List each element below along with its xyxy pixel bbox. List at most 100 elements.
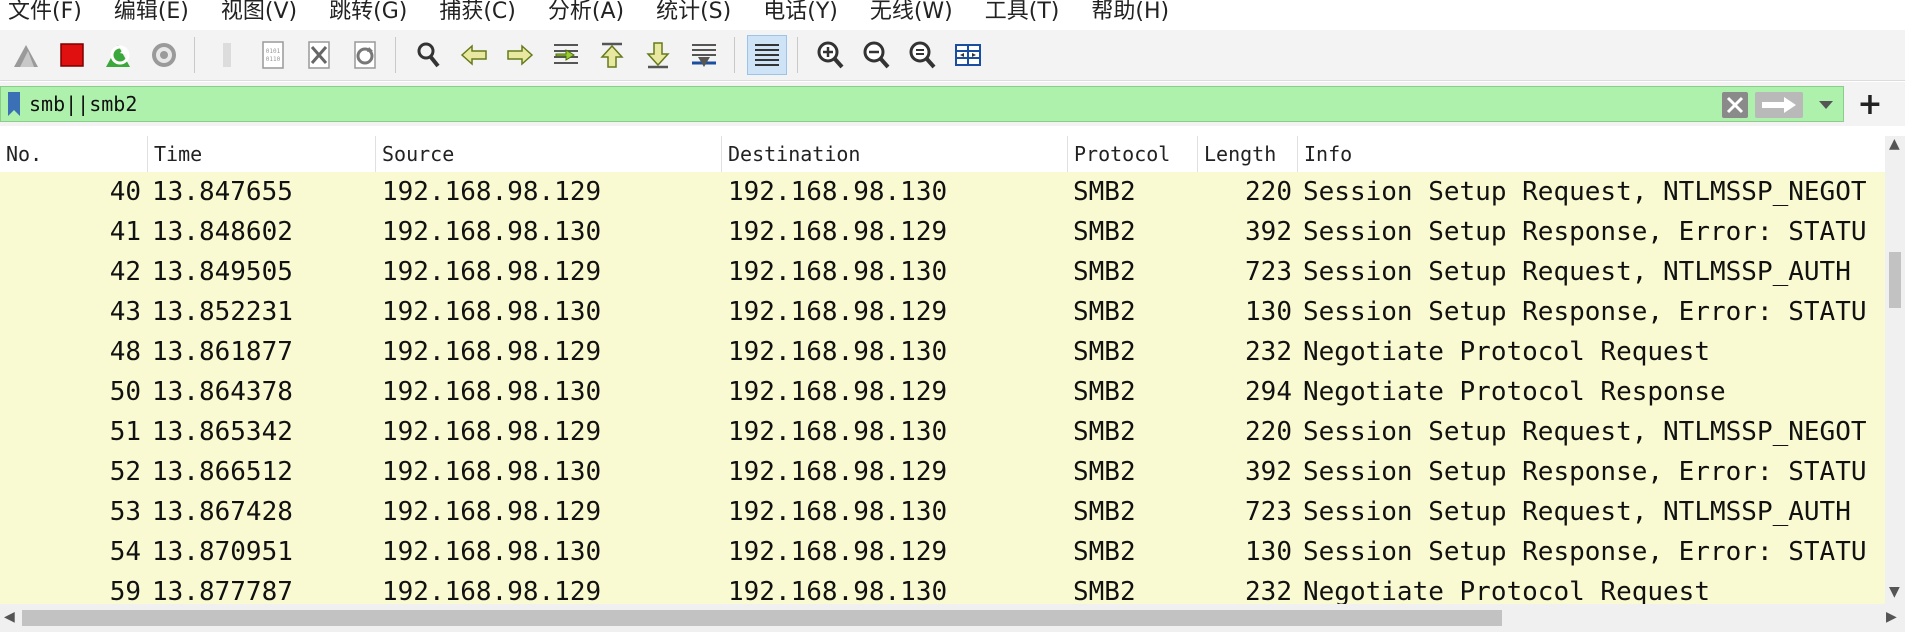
menu-tools[interactable]: 工具(T) [975, 0, 1082, 25]
column-header-source[interactable]: Source [376, 136, 722, 172]
menu-file[interactable]: 文件(F) [0, 0, 104, 25]
cell-info: Session Setup Response, Error: STATU [1303, 457, 1867, 487]
go-forward-icon[interactable] [500, 35, 540, 75]
cell-time: 13.866512 [152, 457, 293, 487]
cell-protocol: SMB2 [1073, 497, 1136, 527]
horizontal-scrollbar[interactable]: ◀ ▶ [0, 604, 1905, 632]
cell-no: 48 [109, 337, 141, 367]
cell-protocol: SMB2 [1073, 537, 1136, 567]
table-row[interactable]: 54 13.870951 192.168.98.130 192.168.98.1… [0, 532, 1885, 572]
cell-source: 192.168.98.129 [382, 257, 602, 287]
table-row[interactable]: 52 13.866512 192.168.98.130 192.168.98.1… [0, 452, 1885, 492]
menu-statistics[interactable]: 统计(S) [646, 0, 753, 25]
close-file-icon[interactable] [299, 35, 339, 75]
column-header-protocol[interactable]: Protocol [1068, 136, 1198, 172]
filter-text[interactable]: smb||smb2 [29, 92, 137, 116]
cell-no: 42 [109, 257, 141, 287]
autoscroll-icon[interactable] [684, 35, 724, 75]
cell-time: 13.867428 [152, 497, 293, 527]
column-header-no[interactable]: No. [0, 136, 148, 172]
table-row[interactable]: 53 13.867428 192.168.98.129 192.168.98.1… [0, 492, 1885, 532]
cell-source: 192.168.98.130 [382, 377, 602, 407]
cell-length: 232 [1245, 577, 1292, 604]
menu-go[interactable]: 跳转(G) [319, 0, 429, 25]
cell-destination: 192.168.98.129 [728, 297, 948, 327]
clear-filter-icon[interactable] [1721, 91, 1749, 119]
cell-source: 192.168.98.129 [382, 577, 602, 604]
table-row[interactable]: 50 13.864378 192.168.98.130 192.168.98.1… [0, 372, 1885, 412]
menu-telephony[interactable]: 电话(Y) [753, 0, 860, 25]
cell-destination: 192.168.98.130 [728, 417, 948, 447]
column-header-length[interactable]: Length [1198, 136, 1298, 172]
vertical-scroll-thumb[interactable] [1889, 252, 1901, 308]
scroll-up-icon[interactable]: ▲ [1889, 136, 1900, 152]
stop-capture-icon[interactable] [52, 35, 92, 75]
menu-capture[interactable]: 捕获(C) [429, 0, 538, 25]
restart-capture-icon[interactable] [98, 35, 138, 75]
shark-fin-start-icon[interactable] [6, 35, 46, 75]
menu-help[interactable]: 帮助(H) [1081, 0, 1191, 25]
reload-file-icon[interactable] [345, 35, 385, 75]
column-header-destination[interactable]: Destination [722, 136, 1068, 172]
cell-destination: 192.168.98.130 [728, 177, 948, 207]
table-row[interactable]: 43 13.852231 192.168.98.130 192.168.98.1… [0, 292, 1885, 332]
cell-info: Session Setup Request, NTLMSSP_AUTH [1303, 257, 1851, 287]
table-row[interactable]: 48 13.861877 192.168.98.129 192.168.98.1… [0, 332, 1885, 372]
zoom-in-icon[interactable] [810, 35, 850, 75]
cell-length: 723 [1245, 497, 1292, 527]
table-row[interactable]: 59 13.877787 192.168.98.129 192.168.98.1… [0, 572, 1885, 604]
table-row[interactable]: 42 13.849505 192.168.98.129 192.168.98.1… [0, 252, 1885, 292]
scroll-down-icon[interactable]: ▼ [1889, 584, 1900, 600]
display-filter-input[interactable]: smb||smb2 [0, 86, 1844, 122]
cell-destination: 192.168.98.129 [728, 217, 948, 247]
menu-wireless[interactable]: 无线(W) [860, 0, 975, 25]
zoom-out-icon[interactable] [856, 35, 896, 75]
table-row[interactable]: 41 13.848602 192.168.98.130 192.168.98.1… [0, 212, 1885, 252]
cell-info: Session Setup Response, Error: STATU [1303, 297, 1867, 327]
find-packet-icon[interactable] [408, 35, 448, 75]
column-header-info[interactable]: Info [1298, 136, 1885, 172]
table-row[interactable]: 40 13.847655 192.168.98.129 192.168.98.1… [0, 172, 1885, 212]
menu-analyze[interactable]: 分析(A) [538, 0, 646, 25]
chevron-down-icon[interactable] [1817, 97, 1835, 113]
binary-file-icon[interactable]: 0101 0110 [253, 35, 293, 75]
cell-no: 41 [109, 217, 141, 247]
cell-time: 13.852231 [152, 297, 293, 327]
open-file-icon[interactable] [207, 35, 247, 75]
bookmark-icon[interactable] [7, 91, 21, 117]
capture-options-icon[interactable] [144, 35, 184, 75]
menu-edit[interactable]: 编辑(E) [104, 0, 211, 25]
packet-list: 40 13.847655 192.168.98.129 192.168.98.1… [0, 172, 1885, 604]
add-filter-button[interactable]: + [1854, 87, 1886, 122]
table-row[interactable]: 51 13.865342 192.168.98.129 192.168.98.1… [0, 412, 1885, 452]
cell-time: 13.849505 [152, 257, 293, 287]
cell-time: 13.877787 [152, 577, 293, 604]
go-back-icon[interactable] [454, 35, 494, 75]
cell-info: Session Setup Request, NTLMSSP_NEGOT [1303, 177, 1867, 207]
cell-length: 220 [1245, 417, 1292, 447]
scroll-left-icon[interactable]: ◀ [4, 609, 15, 625]
cell-no: 51 [109, 417, 141, 447]
cell-length: 130 [1245, 537, 1292, 567]
first-packet-icon[interactable] [592, 35, 632, 75]
resize-columns-icon[interactable] [948, 35, 988, 75]
go-to-packet-icon[interactable] [546, 35, 586, 75]
last-packet-icon[interactable] [638, 35, 678, 75]
scroll-right-icon[interactable]: ▶ [1886, 609, 1897, 625]
vertical-scrollbar[interactable]: ▲ ▼ [1885, 136, 1905, 604]
cell-source: 192.168.98.129 [382, 497, 602, 527]
cell-info: Session Setup Response, Error: STATU [1303, 217, 1867, 247]
cell-protocol: SMB2 [1073, 297, 1136, 327]
normal-size-icon[interactable] [902, 35, 942, 75]
column-header-time[interactable]: Time [148, 136, 376, 172]
toolbar-separator [797, 37, 798, 73]
menu-view[interactable]: 视图(V) [211, 0, 319, 25]
cell-no: 54 [109, 537, 141, 567]
cell-destination: 192.168.98.129 [728, 537, 948, 567]
horizontal-scroll-thumb[interactable] [22, 610, 1502, 626]
apply-filter-button[interactable] [1755, 92, 1803, 118]
cell-source: 192.168.98.129 [382, 337, 602, 367]
cell-info: Session Setup Request, NTLMSSP_NEGOT [1303, 417, 1867, 447]
colorize-icon[interactable] [747, 35, 787, 75]
cell-source: 192.168.98.130 [382, 217, 602, 247]
